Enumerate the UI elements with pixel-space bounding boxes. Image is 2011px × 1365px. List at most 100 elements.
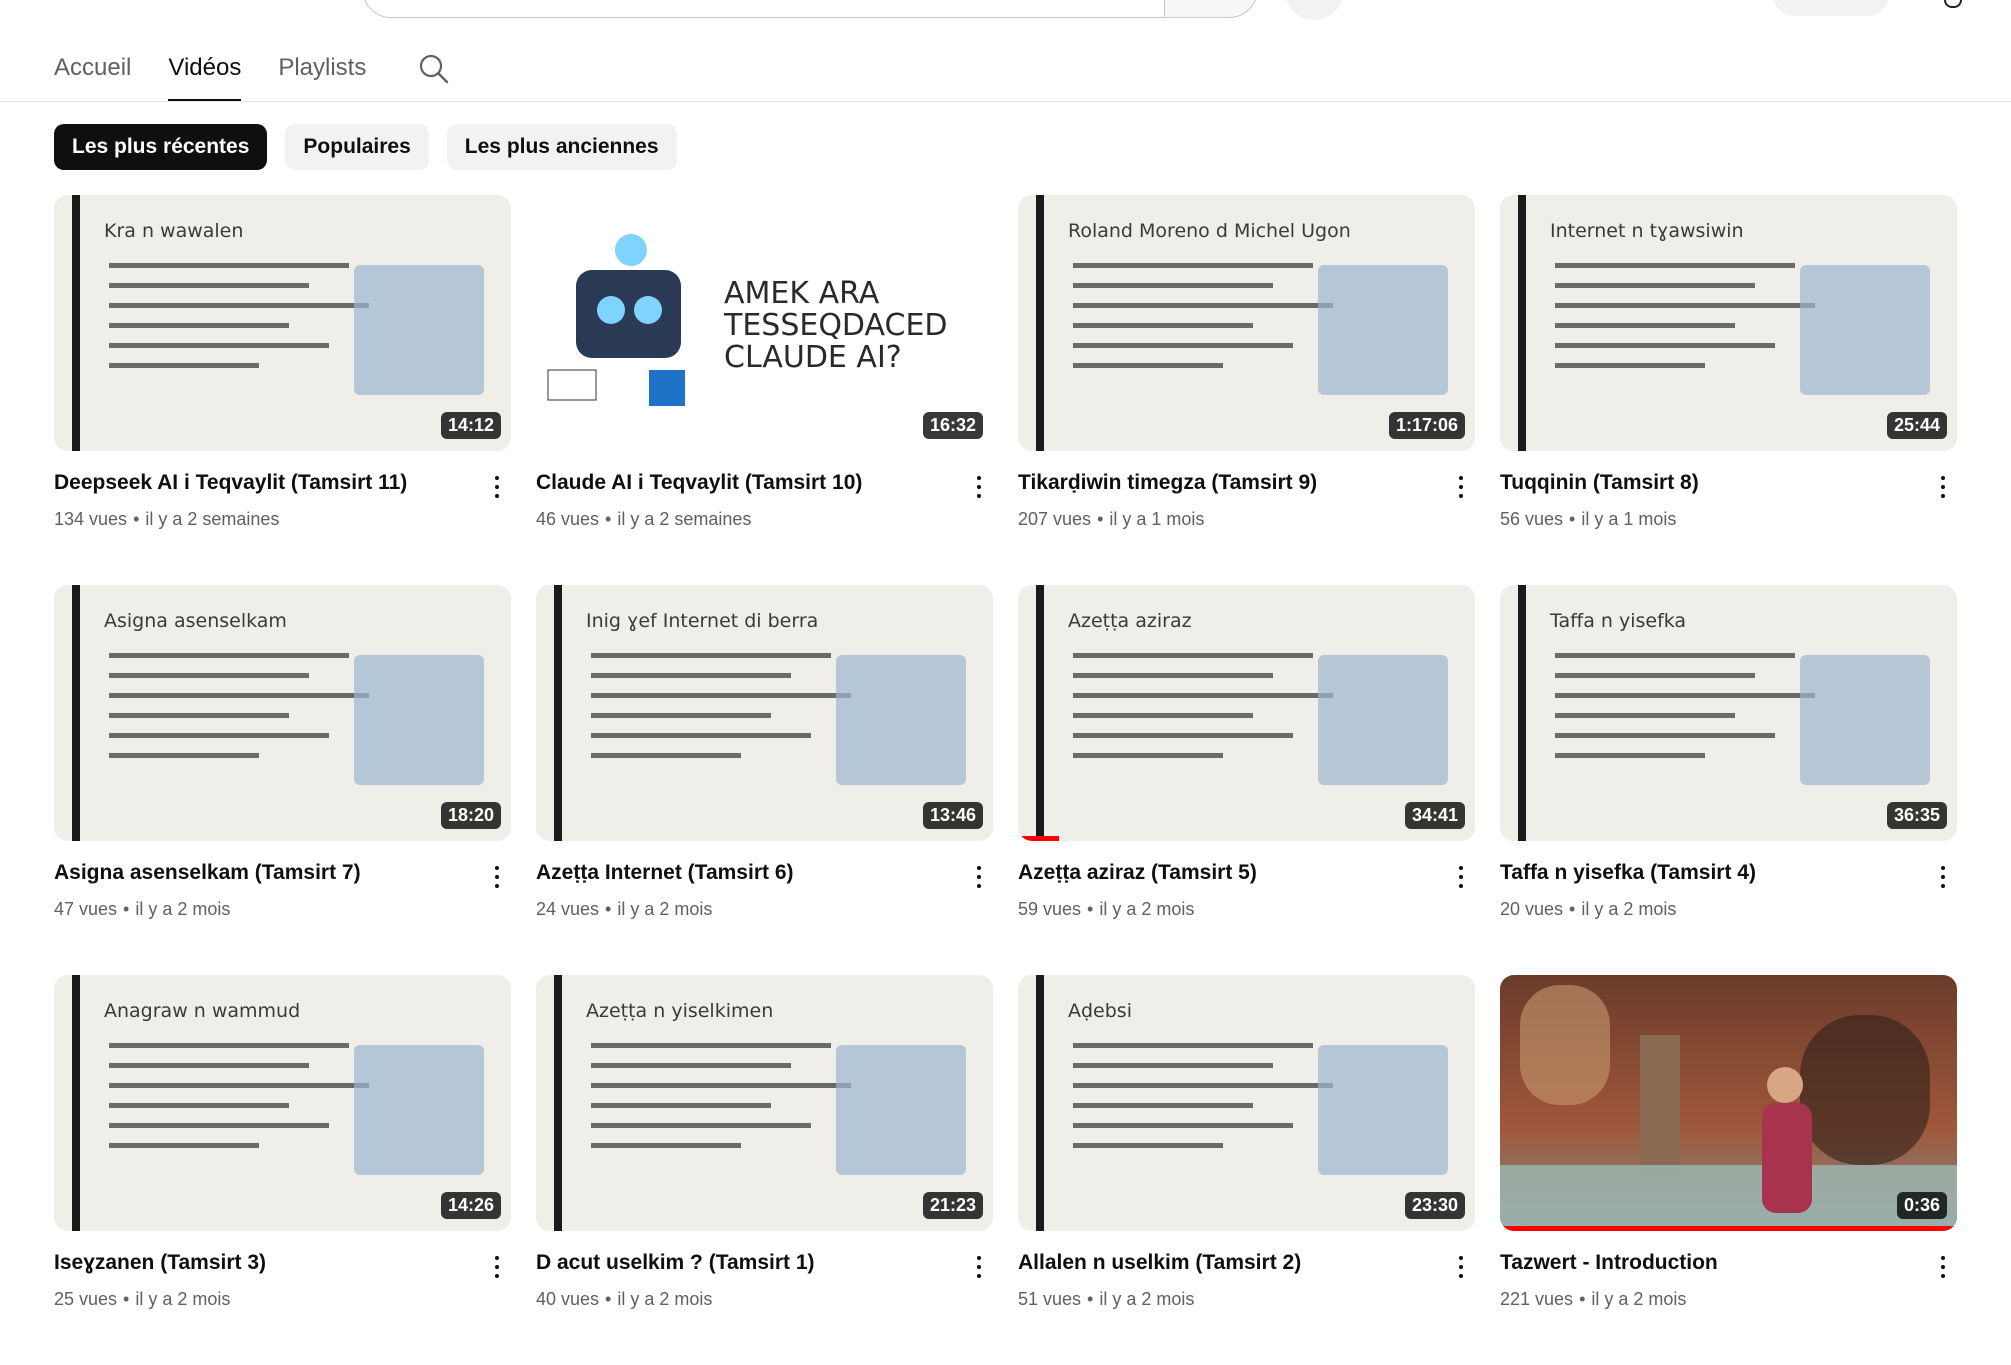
video-thumbnail[interactable]: Asigna asenselkam 18:20	[54, 585, 511, 841]
upload-age: il y a 2 mois	[135, 1289, 231, 1309]
video-thumbnail[interactable]: Roland Moreno d Michel Ugon 1:17:06	[1018, 195, 1475, 451]
video-meta: 56 vues • il y a 1 mois	[1500, 509, 1957, 530]
video-title[interactable]: Tikarḍiwin timegza (Tamsirt 9)	[1018, 471, 1428, 495]
upload-age: il y a 2 mois	[1591, 1289, 1687, 1309]
video-thumbnail[interactable]: Aḍebsi 23:30	[1018, 975, 1475, 1231]
upload-age: il y a 2 mois	[1099, 1289, 1195, 1309]
thumbnail-title: Azeṭṭa n yiselkimen	[586, 1000, 773, 1022]
video-card[interactable]: Taffa n yisefka 36:35 Taffa n yisefka (T…	[1500, 585, 1957, 975]
video-thumbnail[interactable]: Inig ɣef Internet di berra 13:46	[536, 585, 993, 841]
video-title[interactable]: Tuqqinin (Tamsirt 8)	[1500, 471, 1910, 495]
video-card[interactable]: Anagraw n wammud 14:26 Iseɣzanen (Tamsir…	[54, 975, 511, 1365]
more-actions-icon[interactable]	[485, 473, 509, 501]
notifications-icon[interactable]	[1944, 0, 1962, 8]
video-thumbnail[interactable]: Kra n wawalen 14:12	[54, 195, 511, 451]
thumbnail-title: Inig ɣef Internet di berra	[586, 610, 818, 632]
thumbnail-text: AMEK ARA	[724, 276, 880, 311]
thumbnail-title: Roland Moreno d Michel Ugon	[1068, 220, 1351, 242]
view-count: 51 vues	[1018, 1289, 1082, 1309]
meta-separator: •	[1087, 899, 1094, 919]
video-title[interactable]: Taffa n yisefka (Tamsirt 4)	[1500, 861, 1910, 885]
tab-home[interactable]: Accueil	[54, 44, 131, 102]
chip-oldest[interactable]: Les plus anciennes	[446, 124, 677, 170]
more-actions-icon[interactable]	[1931, 863, 1955, 891]
meta-separator: •	[605, 509, 612, 529]
tab-videos[interactable]: Vidéos	[168, 44, 241, 102]
video-meta: 40 vues • il y a 2 mois	[536, 1289, 993, 1310]
sort-chips: Les plus récentes Populaires Les plus an…	[54, 124, 695, 170]
more-actions-icon[interactable]	[1449, 1253, 1473, 1281]
video-title[interactable]: Asigna asenselkam (Tamsirt 7)	[54, 861, 464, 885]
video-card[interactable]: 0:36 Tazwert - Introduction 221 vues • il …	[1500, 975, 1957, 1365]
channel-search-icon[interactable]	[417, 52, 451, 86]
more-actions-icon[interactable]	[967, 1253, 991, 1281]
video-card[interactable]: Aḍebsi 23:30 Allalen n uselkim (Tamsirt …	[1018, 975, 1475, 1365]
meta-separator: •	[123, 899, 130, 919]
video-thumbnail[interactable]: Azeṭṭa aziraz 34:41	[1018, 585, 1475, 841]
video-title[interactable]: Azeṭṭa Internet (Tamsirt 6)	[536, 861, 946, 885]
view-count: 56 vues	[1500, 509, 1564, 529]
upload-age: il y a 2 mois	[135, 899, 231, 919]
more-actions-icon[interactable]	[1931, 473, 1955, 501]
watch-progress-bar	[1018, 836, 1060, 841]
video-card[interactable]: AMEK ARA TESSEQDACED CLAUDE AI? 16:32 Cl…	[536, 195, 993, 585]
video-duration-badge: 0:36	[1896, 1192, 1947, 1219]
video-title[interactable]: Claude AI i Teqvaylit (Tamsirt 10)	[536, 471, 946, 495]
meta-separator: •	[1569, 899, 1576, 919]
video-thumbnail[interactable]: Azeṭṭa n yiselkimen 21:23	[536, 975, 993, 1231]
video-grid: Kra n wawalen 14:12 Deepseek AI i Teqvay…	[54, 195, 1957, 1365]
video-duration-badge: 14:12	[440, 412, 501, 439]
video-thumbnail[interactable]: AMEK ARA TESSEQDACED CLAUDE AI? 16:32	[536, 195, 993, 451]
video-card[interactable]: Asigna asenselkam 18:20 Asigna asenselka…	[54, 585, 511, 975]
meta-separator: •	[605, 899, 612, 919]
more-actions-icon[interactable]	[485, 1253, 509, 1281]
video-meta: 134 vues • il y a 2 semaines	[54, 509, 511, 530]
more-actions-icon[interactable]	[485, 863, 509, 891]
meta-separator: •	[123, 1289, 130, 1309]
video-thumbnail[interactable]: Taffa n yisefka 36:35	[1500, 585, 1957, 841]
video-title[interactable]: Azeṭṭa aziraz (Tamsirt 5)	[1018, 861, 1428, 885]
more-actions-icon[interactable]	[967, 473, 991, 501]
upload-age: il y a 2 mois	[1099, 899, 1195, 919]
search-button[interactable]	[1164, 0, 1258, 18]
video-title[interactable]: Deepseek AI i Teqvaylit (Tamsirt 11)	[54, 471, 464, 495]
video-card[interactable]: Internet n tɣawsiwin 25:44 Tuqqinin (Tam…	[1500, 195, 1957, 585]
meta-separator: •	[1087, 1289, 1094, 1309]
more-actions-icon[interactable]	[1449, 473, 1473, 501]
tab-playlists[interactable]: Playlists	[278, 44, 366, 102]
search-input[interactable]	[362, 0, 1257, 18]
video-meta: 51 vues • il y a 2 mois	[1018, 1289, 1475, 1310]
meta-separator: •	[605, 1289, 612, 1309]
video-title[interactable]: Tazwert - Introduction	[1500, 1251, 1910, 1275]
voice-search-button[interactable]	[1285, 0, 1343, 20]
upload-age: il y a 2 semaines	[617, 509, 752, 529]
video-title[interactable]: D acut uselkim ? (Tamsirt 1)	[536, 1251, 946, 1275]
video-duration-badge: 14:26	[440, 1192, 501, 1219]
upload-age: il y a 2 mois	[617, 899, 713, 919]
more-actions-icon[interactable]	[1449, 863, 1473, 891]
more-actions-icon[interactable]	[1931, 1253, 1955, 1281]
video-meta: 221 vues • il y a 2 mois	[1500, 1289, 1957, 1310]
video-card[interactable]: Kra n wawalen 14:12 Deepseek AI i Teqvay…	[54, 195, 511, 585]
chip-latest[interactable]: Les plus récentes	[54, 124, 268, 170]
video-card[interactable]: Roland Moreno d Michel Ugon 1:17:06 Tika…	[1018, 195, 1475, 585]
chip-popular[interactable]: Populaires	[285, 124, 429, 170]
video-thumbnail[interactable]: 0:36	[1500, 975, 1957, 1231]
video-card[interactable]: Azeṭṭa aziraz 34:41 Azeṭṭa aziraz (Tamsi…	[1018, 585, 1475, 975]
view-count: 59 vues	[1018, 899, 1082, 919]
video-meta: 46 vues • il y a 2 semaines	[536, 509, 993, 530]
video-card[interactable]: Inig ɣef Internet di berra 13:46 Azeṭṭa …	[536, 585, 993, 975]
more-actions-icon[interactable]	[967, 863, 991, 891]
create-button[interactable]	[1772, 0, 1890, 16]
video-thumbnail[interactable]: Anagraw n wammud 14:26	[54, 975, 511, 1231]
thumbnail-title: Taffa n yisefka	[1549, 610, 1686, 632]
thumbnail-title: Aḍebsi	[1068, 1000, 1132, 1022]
video-duration-badge: 1:17:06	[1388, 412, 1465, 439]
video-duration-badge: 16:32	[922, 412, 983, 439]
view-count: 47 vues	[54, 899, 118, 919]
video-card[interactable]: Azeṭṭa n yiselkimen 21:23 D acut uselkim…	[536, 975, 993, 1365]
video-title[interactable]: Iseɣzanen (Tamsirt 3)	[54, 1251, 464, 1275]
video-meta: 59 vues • il y a 2 mois	[1018, 899, 1475, 920]
video-thumbnail[interactable]: Internet n tɣawsiwin 25:44	[1500, 195, 1957, 451]
video-title[interactable]: Allalen n uselkim (Tamsirt 2)	[1018, 1251, 1428, 1275]
